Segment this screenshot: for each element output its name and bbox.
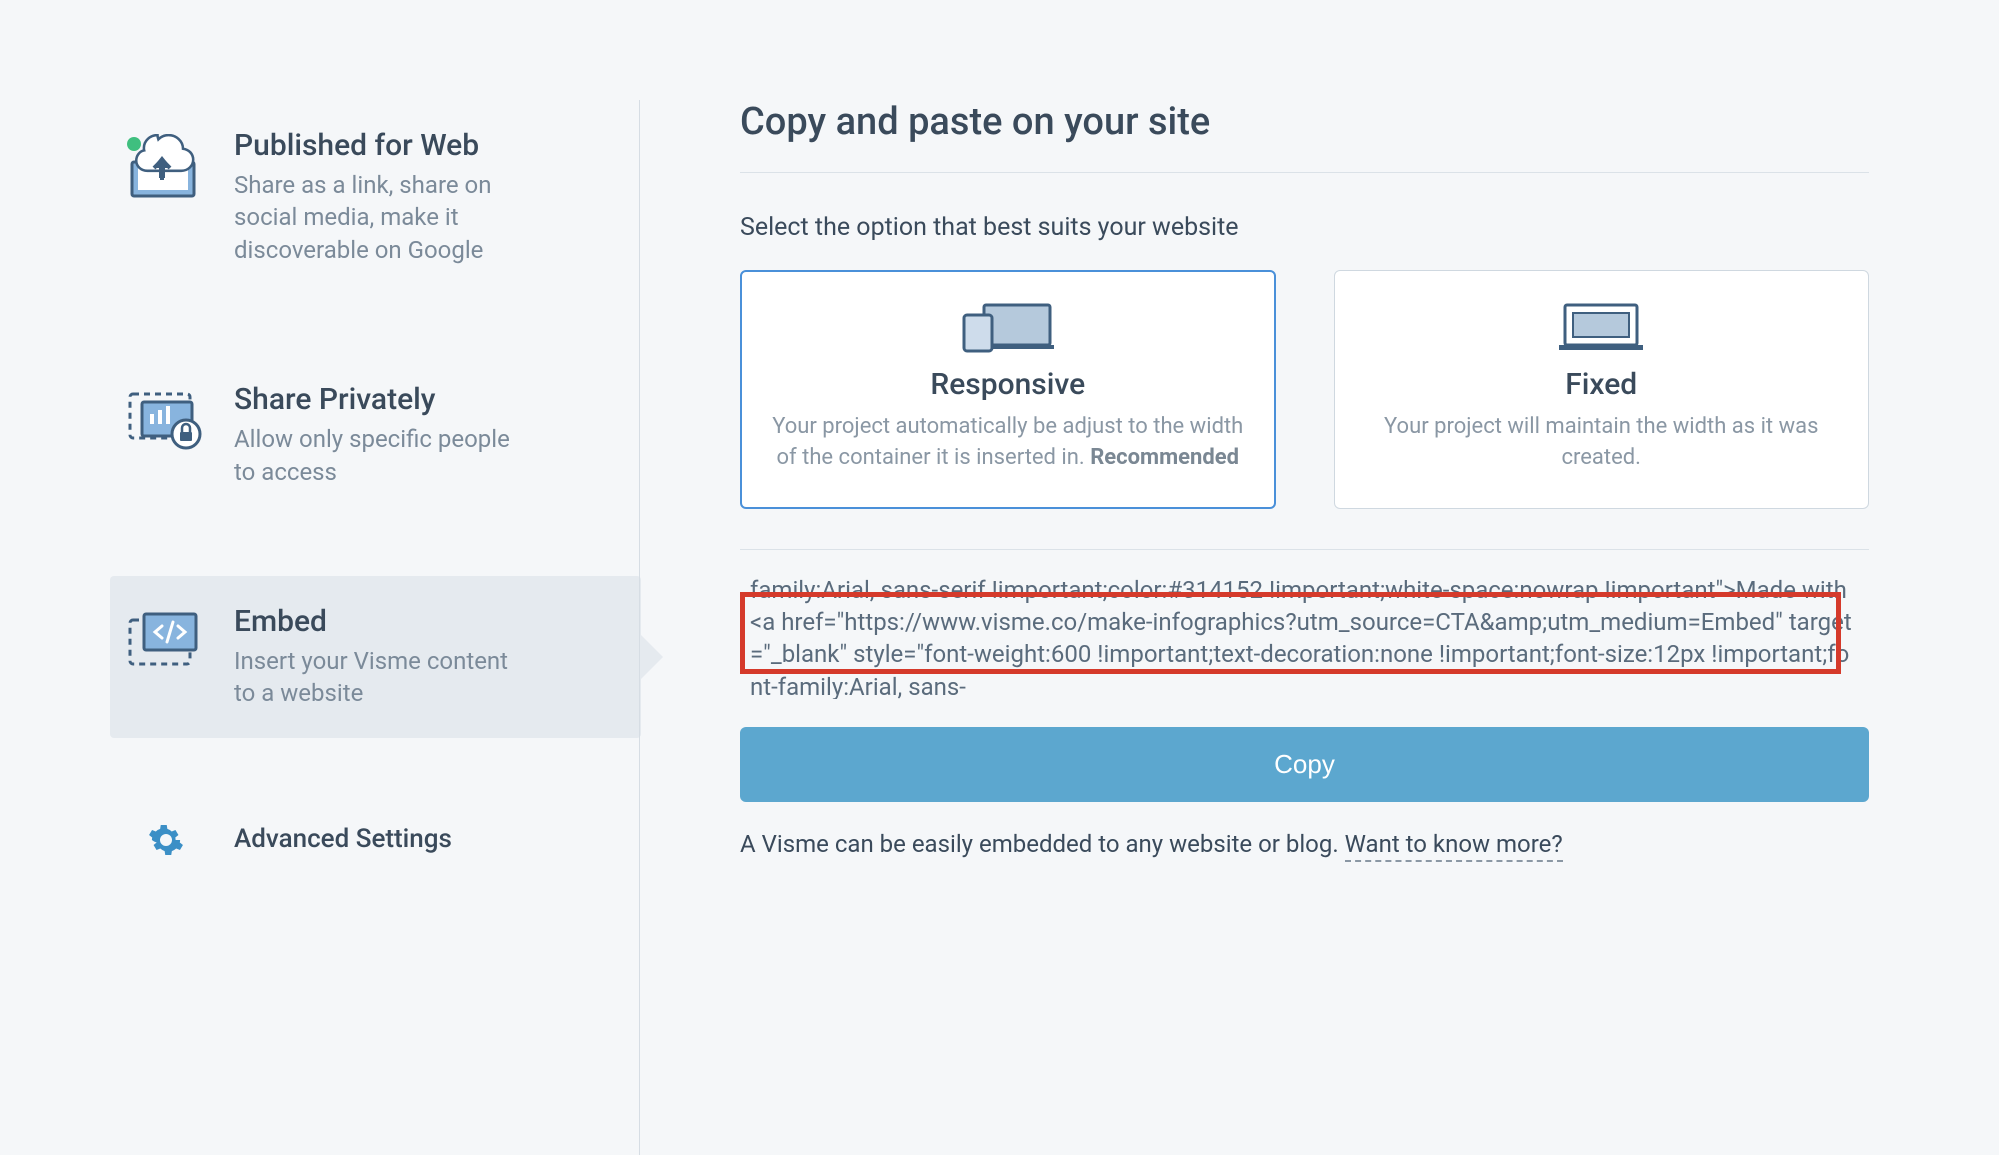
nav-desc: Share as a link, share on social media, …: [234, 169, 534, 266]
option-desc: Your project automatically be adjust to …: [769, 412, 1247, 474]
option-title: Fixed: [1363, 367, 1841, 402]
embed-code-area[interactable]: family:Arial, sans-serif !important;colo…: [740, 549, 1869, 699]
lock-screen-icon: [126, 388, 206, 456]
sidebar: Published for Web Share as a link, share…: [0, 100, 640, 1155]
option-title: Responsive: [769, 367, 1247, 402]
copy-button[interactable]: Copy: [740, 727, 1869, 802]
option-responsive[interactable]: Responsive Your project automatically be…: [740, 270, 1276, 509]
learn-more-link[interactable]: Want to know more?: [1345, 830, 1563, 862]
main-panel: Copy and paste on your site Select the o…: [640, 100, 1999, 1155]
fixed-icon: [1363, 301, 1841, 353]
nav-desc: Insert your Visme content to a website: [234, 645, 534, 710]
embed-code-text: family:Arial, sans-serif !important;colo…: [740, 574, 1869, 699]
nav-title: Published for Web: [234, 128, 534, 163]
footer-text: A Visme can be easily embedded to any we…: [740, 830, 1869, 858]
advanced-settings-label: Advanced Settings: [234, 824, 452, 854]
gear-icon: [126, 822, 206, 858]
nav-title: Share Privately: [234, 382, 534, 417]
nav-desc: Allow only specific people to access: [234, 423, 534, 488]
nav-advanced-settings[interactable]: Advanced Settings: [110, 798, 640, 884]
option-fixed[interactable]: Fixed Your project will maintain the wid…: [1334, 270, 1870, 509]
nav-embed[interactable]: Embed Insert your Visme content to a web…: [110, 576, 641, 738]
instruction-text: Select the option that best suits your w…: [740, 213, 1869, 242]
embed-code-icon: [126, 610, 206, 678]
option-desc: Your project will maintain the width as …: [1363, 412, 1841, 474]
nav-share-privately[interactable]: Share Privately Allow only specific peop…: [110, 354, 640, 516]
page-title: Copy and paste on your site: [740, 100, 1869, 173]
nav-published-for-web[interactable]: Published for Web Share as a link, share…: [110, 100, 640, 294]
responsive-icon: [769, 301, 1247, 353]
embed-options: Responsive Your project automatically be…: [740, 270, 1869, 509]
cloud-upload-icon: [126, 134, 206, 202]
nav-title: Embed: [234, 604, 534, 639]
